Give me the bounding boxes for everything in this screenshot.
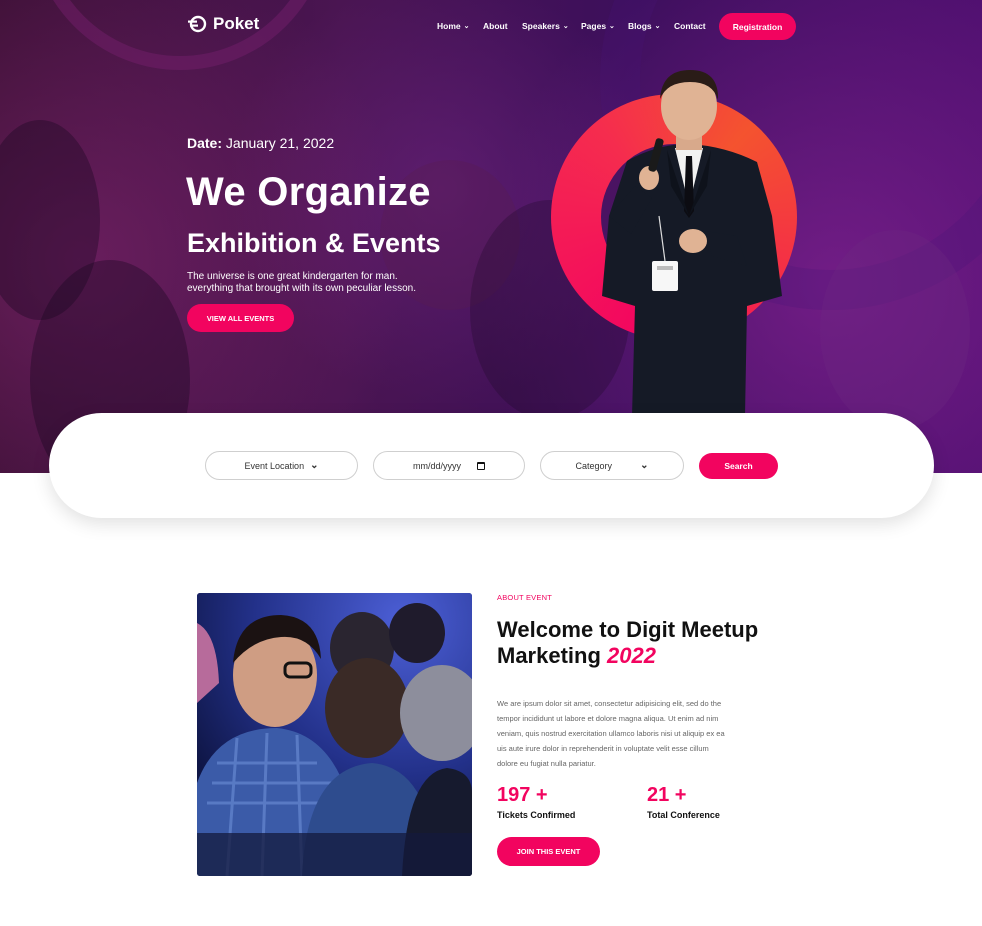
hero-description-line: everything that brought with its own pec… — [187, 283, 417, 294]
about-title-line: Marketing — [497, 643, 601, 668]
hero-date-value: January 21, 2022 — [225, 135, 335, 151]
about-description-line: uis aute irure dolor in reprehenderit in… — [497, 744, 709, 753]
chevron-down-icon: ⌄ — [654, 22, 661, 30]
stat-conference-value: 21 + — [647, 784, 687, 806]
hero-description-line: The universe is one great kindergarten f… — [187, 271, 398, 282]
about-description-line: We are ipsum dolor sit amet, consectetur… — [497, 699, 722, 708]
category-label: Category — [575, 460, 613, 471]
logo-text: Poket — [213, 14, 260, 33]
speaker-image — [602, 70, 782, 416]
nav-item-label: About — [483, 21, 508, 31]
calendar-icon — [477, 461, 485, 470]
chevron-down-icon: ⌄ — [640, 460, 649, 471]
category-select[interactable]: Category ⌄ — [540, 451, 684, 480]
about-description: We are ipsum dolor sit amet, consectetur… — [497, 696, 747, 771]
chevron-down-icon: ⌄ — [463, 22, 470, 30]
logo[interactable]: Poket — [187, 14, 259, 34]
nav-item-label: Speakers — [522, 21, 560, 31]
stat-conference-label: Total Conference — [647, 810, 720, 820]
nav-item-about[interactable]: About — [483, 21, 522, 31]
event-date-placeholder: mm/dd/yyyy — [412, 460, 461, 471]
nav-item-home[interactable]: Home ⌄ — [437, 21, 483, 31]
view-all-events-button[interactable]: VIEW ALL EVENTS — [187, 304, 294, 332]
about-title-line: Welcome to Digit Meetup — [497, 617, 759, 642]
nav-item-contact[interactable]: Contact — [674, 21, 714, 31]
navbar: Poket Home ⌄ About Speakers ⌄ Pages ⌄ Blogs… — [0, 0, 982, 52]
about-description-line: dolore eu fugiat nulla pariatur. — [497, 759, 596, 768]
event-date-input[interactable]: mm/dd/yyyy — [373, 451, 525, 480]
chevron-down-icon: ⌄ — [609, 22, 615, 30]
nav-item-blogs[interactable]: Blogs ⌄ — [628, 21, 674, 31]
hero-subtitle: Exhibition & Events — [187, 228, 441, 258]
stat-tickets-label: Tickets Confirmed — [497, 810, 576, 820]
hero-section: Poket Home ⌄ About Speakers ⌄ Pages ⌄ Blogs… — [0, 0, 982, 473]
about-description-line: tempor incididunt ut labore et dolore ma… — [497, 714, 719, 723]
event-location-select[interactable]: Event Location ⌄ — [205, 451, 358, 480]
chevron-down-icon: ⌄ — [310, 460, 319, 471]
nav-item-label: Home — [437, 21, 461, 31]
registration-button[interactable]: Registration — [719, 13, 796, 40]
join-event-button[interactable]: JOIN THIS EVENT — [497, 837, 600, 866]
nav-item-speakers[interactable]: Speakers ⌄ — [522, 21, 581, 31]
chevron-down-icon: ⌄ — [562, 22, 569, 30]
event-location-label: Event Location — [244, 460, 305, 471]
about-title-year: 2022 — [607, 643, 656, 668]
about-event-image — [197, 593, 472, 876]
logo-icon — [188, 15, 207, 33]
search-button[interactable]: Search — [699, 453, 778, 479]
hero-date-label: Date: — [187, 135, 223, 151]
about-title: Welcome to Digit Meetup Marketing 2022 — [497, 617, 797, 669]
stat-tickets-value: 197 + — [497, 784, 548, 806]
nav-item-pages[interactable]: Pages ⌄ — [581, 21, 628, 31]
hero-description: The universe is one great kindergarten f… — [187, 271, 447, 295]
hero-date: Date: January 21, 2022 — [187, 135, 334, 151]
nav-item-label: Blogs — [628, 21, 652, 31]
nav-item-label: Contact — [674, 21, 706, 31]
crowd-silhouette — [820, 230, 970, 430]
nav-item-label: Pages — [581, 21, 607, 31]
about-description-line: veniam, quis nostrud exercitation ullamc… — [497, 729, 725, 738]
about-kicker: ABOUT EVENT — [497, 593, 552, 602]
nav-links: Home ⌄ About Speakers ⌄ Pages ⌄ Blogs ⌄ Cont… — [437, 21, 714, 31]
hero-title: We Organize — [186, 170, 431, 214]
